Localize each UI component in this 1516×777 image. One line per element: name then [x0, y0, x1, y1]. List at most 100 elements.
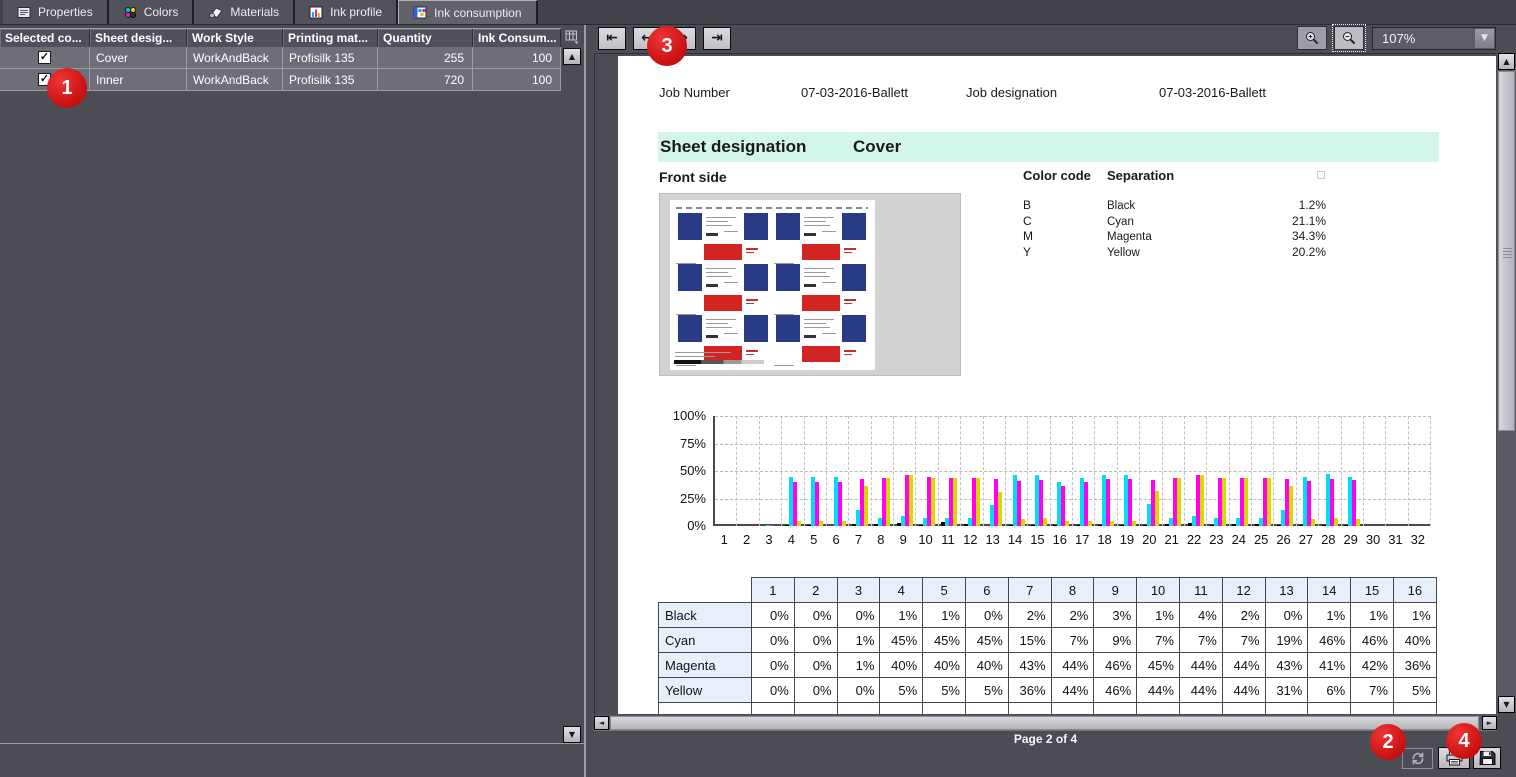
coverage-value: 9% [1094, 628, 1137, 653]
coverage-value: 19% [1265, 628, 1308, 653]
ink-table-row: Magenta0%0%1%40%40%40%43%44%46%45%44%44%… [659, 653, 1437, 678]
column-header-4[interactable]: Printing mat... [283, 29, 378, 47]
y-tick-label: 75% [634, 436, 706, 451]
bar-yellow [931, 478, 935, 526]
cell: 100 [473, 69, 561, 90]
coverage-value: 42% [1351, 653, 1394, 678]
bar-group [1386, 416, 1408, 526]
bar-group [1364, 416, 1386, 526]
refresh-icon [1409, 751, 1427, 766]
coverage-value: 0% [752, 603, 795, 628]
bar-group [1163, 416, 1185, 526]
bar-group [737, 416, 759, 526]
x-tick-label: 6 [825, 532, 847, 547]
column-number-header: 6 [965, 578, 1008, 603]
scroll-right-button[interactable]: ► [1482, 716, 1497, 730]
column-number-header: 9 [1094, 578, 1137, 603]
bar-yellow [1356, 519, 1360, 526]
bar-group [1274, 416, 1296, 526]
separation-name: Cyan [1107, 216, 1134, 228]
zoom-in-button[interactable] [1297, 26, 1327, 50]
tab-properties[interactable]: Properties [3, 0, 109, 24]
separation-value: 1.2% [1299, 198, 1326, 212]
table-row[interactable]: ✓CoverWorkAndBackProfisilk 135255100 [0, 47, 561, 69]
ink-table-row: Black0%0%0%1%1%0%2%2%3%1%4%2%0%1%1%1% [659, 603, 1437, 628]
bar-group [1185, 416, 1207, 526]
column-header-6[interactable]: Ink Consum... [473, 29, 561, 47]
scroll-down-button[interactable]: ▼ [563, 726, 581, 743]
refresh-button[interactable] [1402, 748, 1433, 769]
scroll-left-button[interactable]: ◄ [594, 716, 609, 730]
bar-yellow [797, 521, 801, 527]
column-chooser-icon[interactable] [563, 28, 582, 47]
tab-label: Properties [38, 5, 93, 19]
bar-yellow [1155, 491, 1159, 526]
coverage-value: 7% [1222, 628, 1265, 653]
coverage-value: 3% [1094, 603, 1137, 628]
color-code-row: CCyan21.1% [1023, 214, 1329, 230]
column-header-3[interactable]: Work Style [187, 29, 283, 47]
panel-divider[interactable] [584, 25, 586, 777]
separation-name: Yellow [1107, 247, 1140, 259]
coverage-value: 0% [965, 603, 1008, 628]
bar-yellow [1043, 518, 1047, 526]
bar-group [849, 416, 871, 526]
tab-ink-profile[interactable]: Ink profile [295, 0, 398, 24]
ink-profile-icon [309, 6, 323, 19]
tab-materials[interactable]: Materials [194, 0, 295, 24]
sheets-table-scrollbar[interactable]: ▲ ▼ [561, 28, 583, 743]
coverage-value: 36% [1008, 678, 1051, 703]
coverage-value: 1% [880, 603, 923, 628]
coverage-value: 40% [923, 653, 966, 678]
bar-group [760, 416, 782, 526]
cell: Profisilk 135 [283, 69, 378, 90]
x-tick-label: 27 [1295, 532, 1317, 547]
tab-ink-consumption[interactable]: Ink consumption [398, 0, 537, 24]
coverage-value: 40% [1393, 628, 1436, 653]
report-preview[interactable]: Job Number 07-03-2016-Ballett Job design… [594, 53, 1497, 715]
x-tick-label: 2 [735, 532, 757, 547]
coverage-value: 6% [1308, 678, 1351, 703]
coverage-value: 1% [1308, 603, 1351, 628]
horizontal-scrollbar-thumb[interactable] [610, 716, 1479, 730]
tab-label: Materials [230, 5, 279, 19]
coverage-value: 44% [1222, 653, 1265, 678]
bar-yellow [1177, 478, 1181, 526]
bar-yellow [1088, 521, 1092, 527]
row-checkbox[interactable]: ✓ [38, 51, 51, 64]
column-header-1[interactable]: Selected co... [0, 29, 90, 47]
last-page-button[interactable]: ⇥ [703, 27, 731, 50]
vertical-scrollbar-thumb[interactable] [1498, 71, 1515, 431]
save-icon [1479, 750, 1496, 766]
bar-group [715, 416, 737, 526]
bar-group [805, 416, 827, 526]
scroll-up-button[interactable]: ▲ [1498, 53, 1515, 70]
zoom-out-button[interactable] [1334, 26, 1364, 50]
first-page-button[interactable]: ⇤ [598, 27, 626, 50]
column-number-header: 2 [794, 578, 837, 603]
annotation-callout-4: 4 [1446, 723, 1482, 759]
column-header-5[interactable]: Quantity [378, 29, 473, 47]
scroll-down-button[interactable]: ▼ [1498, 696, 1515, 713]
chevron-down-icon[interactable]: ▼ [1475, 29, 1494, 48]
bar-yellow [953, 478, 957, 526]
checkbox-placeholder-icon [1317, 171, 1325, 179]
tab-colors[interactable]: Colors [109, 0, 195, 24]
column-number-header: 10 [1137, 578, 1180, 603]
bar-magenta [770, 525, 774, 526]
separation-header: Separation [1107, 168, 1174, 183]
scroll-up-button[interactable]: ▲ [563, 48, 581, 65]
column-header-2[interactable]: Sheet desig... [90, 29, 187, 47]
magnifier-minus-icon [1341, 30, 1357, 46]
zoom-level-select[interactable]: 107% ▼ [1372, 27, 1496, 50]
cell: Cover [90, 47, 187, 68]
chart-x-axis: 1234567891011121314151617181920212223242… [713, 532, 1431, 547]
separation-value: 34.3% [1292, 229, 1326, 243]
tab-label: Colors [144, 5, 179, 19]
vertical-scrollbar[interactable]: ▲ ▼ [1497, 53, 1516, 713]
coverage-value: 44% [1179, 678, 1222, 703]
cell: 720 [378, 69, 473, 90]
horizontal-scrollbar[interactable]: ◄ ► [594, 715, 1497, 731]
bar-yellow [1267, 478, 1271, 526]
coverage-value: 0% [752, 628, 795, 653]
